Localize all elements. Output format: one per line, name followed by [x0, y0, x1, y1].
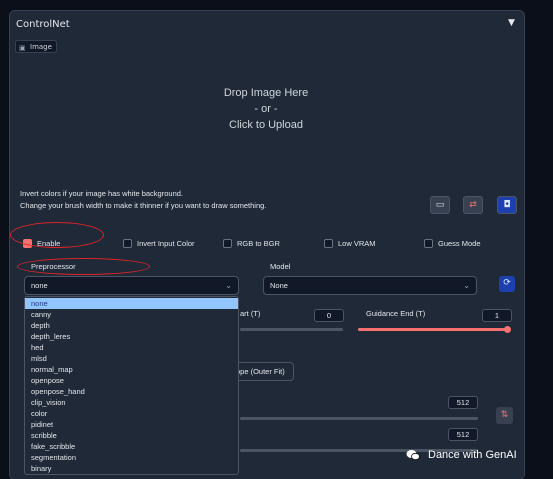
panel-title: ControlNet [16, 19, 70, 30]
canvas-width-input[interactable]: 512 [448, 396, 478, 409]
dropdown-option[interactable]: depth_leres [25, 331, 238, 342]
guidance-end-input[interactable]: 1 [482, 309, 512, 322]
chevron-down-icon: ⌄ [463, 281, 470, 290]
model-select[interactable]: None ⌄ [263, 276, 477, 295]
preprocessor-value: none [31, 281, 48, 290]
dropzone-text-3: Click to Upload [229, 119, 303, 131]
preprocessor-select[interactable]: none ⌄ [24, 276, 239, 295]
dropdown-option[interactable]: hed [25, 342, 238, 353]
checkbox-box [324, 239, 333, 248]
resize-mode-label: ope (Outer Fit) [236, 367, 285, 376]
guidance-start-label: art (T) [240, 309, 261, 318]
checkbox-box [223, 239, 232, 248]
camera-icon[interactable]: ◘ [497, 196, 517, 214]
canvas-width-slider[interactable] [240, 417, 478, 420]
dropdown-option[interactable]: openpose [25, 375, 238, 386]
dropdown-option[interactable]: none [25, 298, 238, 309]
hint-invert: Invert colors if your image has white ba… [20, 189, 183, 198]
watermark-text: Dance with GenAI [428, 449, 517, 461]
swap-icon[interactable]: ⇄ [463, 196, 483, 214]
checkbox-box [123, 239, 132, 248]
guidance-end-label: Guidance End (T) [366, 309, 426, 318]
image-tab-label: Image [30, 43, 52, 51]
dropdown-option[interactable]: scribble [25, 430, 238, 441]
dropdown-option[interactable]: segmentation [25, 452, 238, 463]
dropdown-option[interactable]: mlsd [25, 353, 238, 364]
canvas-height-input[interactable]: 512 [448, 428, 478, 441]
image-dropzone[interactable] [14, 56, 517, 178]
checkbox-label: Invert Input Color [137, 239, 195, 248]
dropdown-option[interactable]: pidinet [25, 419, 238, 430]
slider-thumb[interactable] [504, 326, 511, 333]
dropdown-option[interactable]: normal_map [25, 364, 238, 375]
model-value: None [270, 281, 288, 290]
preprocessor-dropdown: none canny depth depth_leres hed mlsd no… [24, 296, 239, 475]
annotation-ellipse-enable [10, 222, 104, 248]
resize-mode-outer-fit[interactable]: ope (Outer Fit) [230, 362, 294, 381]
wechat-icon [406, 450, 420, 461]
dropdown-option[interactable]: depth [25, 320, 238, 331]
checkbox-box [424, 239, 433, 248]
dropdown-option[interactable]: openpose_hand [25, 386, 238, 397]
dropdown-option[interactable]: binary [25, 463, 238, 474]
annotation-ellipse-preprocessor [17, 258, 150, 275]
image-icon: ▣ [19, 44, 26, 52]
checkbox-label: Low VRAM [338, 239, 376, 248]
hint-brush: Change your brush width to make it thinn… [20, 201, 267, 210]
image-tab[interactable]: ▣ Image [15, 40, 57, 53]
dropzone-text-1: Drop Image Here [223, 87, 309, 99]
canvas-icon[interactable]: ▭ [430, 196, 450, 214]
dropdown-option[interactable]: color [25, 408, 238, 419]
dropdown-option[interactable]: fake_scribble [25, 441, 238, 452]
checkbox-label: Guess Mode [438, 239, 481, 248]
chevron-down-icon: ⌄ [225, 281, 232, 290]
dropdown-option[interactable]: canny [25, 309, 238, 320]
refresh-icon[interactable]: ⟳ [499, 276, 515, 292]
model-label: Model [270, 262, 291, 271]
dropzone-text-2: - or - [254, 103, 278, 115]
checkbox-label: RGB to BGR [237, 239, 280, 248]
guidance-start-slider[interactable] [240, 328, 343, 331]
guidance-end-slider[interactable] [358, 328, 507, 331]
triangle-down-icon[interactable]: ▼ [508, 18, 515, 28]
swap-dimensions-icon[interactable]: ⇅ [496, 407, 513, 424]
guidance-start-input[interactable]: 0 [314, 309, 344, 322]
dropdown-option[interactable]: clip_vision [25, 397, 238, 408]
